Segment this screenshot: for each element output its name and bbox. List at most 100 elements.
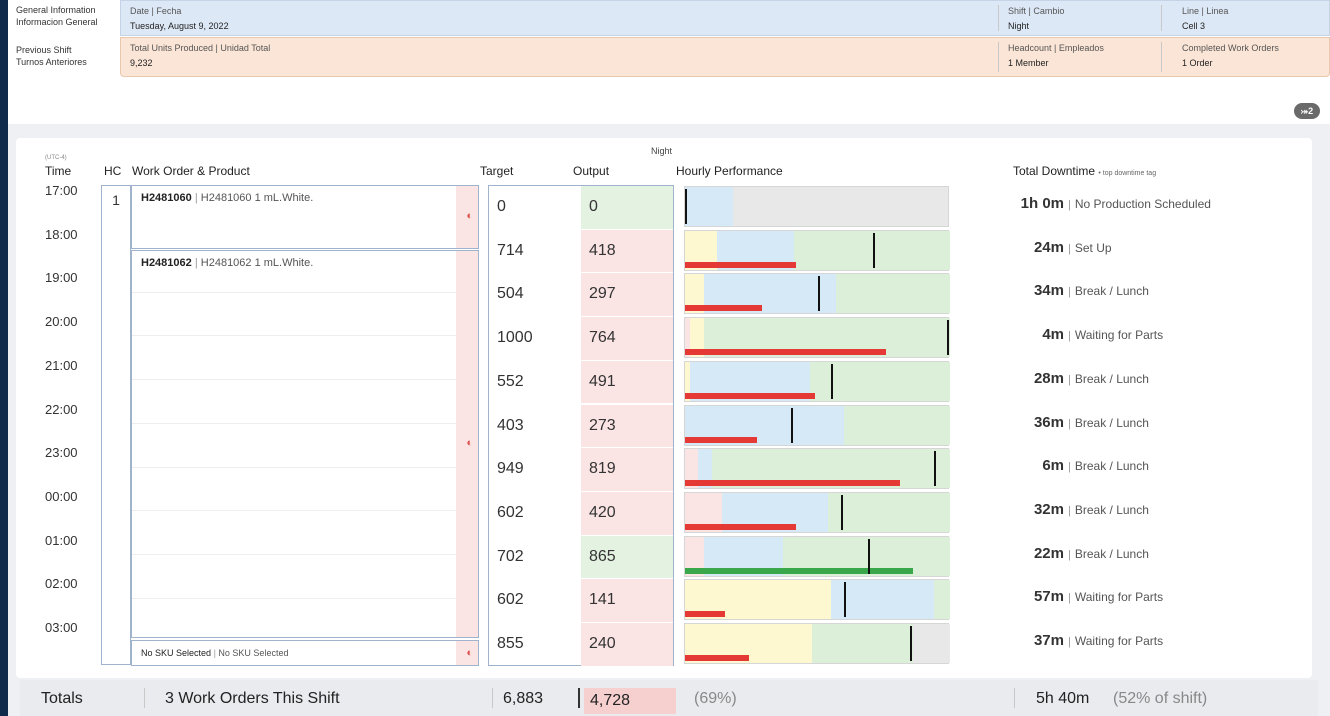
output-value: 418 [589, 241, 616, 259]
product-description: H2481060 1 mL.White. [200, 192, 314, 204]
target-marker [791, 407, 793, 443]
downtime-entry[interactable]: 57m | Waiting for Parts [1016, 588, 1286, 606]
work-orders-cell: Completed Work Orders 1 Order [1182, 43, 1279, 68]
downtime-tag: Break / Lunch [1074, 415, 1149, 430]
target-marker [830, 363, 833, 399]
output-header: Output [573, 164, 610, 178]
output-progress-bar [685, 611, 725, 618]
downtime-entry[interactable]: 36m | Break / Lunch [1016, 414, 1286, 432]
performance-segment-good [836, 274, 950, 314]
downtime-entry[interactable]: 28m | Break / Lunch [1016, 370, 1286, 388]
target-marker [934, 451, 937, 487]
performance-segment-idle [685, 187, 733, 226]
totals-target: 6,883 [503, 690, 544, 707]
app-frame: General Information Informacion General … [8, 0, 1330, 716]
downtime-entry[interactable]: 1h 0m | No Production Scheduled [1016, 195, 1286, 213]
row-gridline [132, 291, 456, 293]
target-value: 552 [497, 372, 524, 390]
work-order-row[interactable]: H2481060 | H2481060 1 mL.White. ◐ [131, 185, 479, 249]
downtime-duration: 28m [1033, 369, 1064, 387]
time-header: Time [45, 164, 72, 178]
work-order-row[interactable]: No SKU Selected | No SKU Selected ◐ [131, 640, 479, 666]
downtime-entry[interactable]: 4m | Waiting for Parts [1016, 326, 1286, 344]
downtime-duration: 57m [1033, 588, 1064, 606]
divider: | [1068, 242, 1071, 255]
divider [578, 688, 580, 708]
target-marker [817, 276, 820, 312]
totals-label: Totals [41, 690, 83, 707]
shift-cell: Shift | Cambio Night [1008, 6, 1065, 31]
hourly-performance-bar[interactable] [684, 360, 950, 402]
row-gridlines [132, 251, 456, 637]
timezone-label: (UTC-4) [45, 155, 67, 161]
divider: | [1068, 199, 1071, 211]
timer-icon[interactable]: ◐ [466, 647, 473, 659]
target-value: 855 [497, 635, 524, 652]
row-gridline [132, 553, 456, 555]
target-marker [910, 626, 913, 661]
downtime-tag: No Production Scheduled [1074, 197, 1211, 211]
downtime-entry[interactable]: 6m | Break / Lunch [1016, 457, 1286, 475]
product-description: H2481062 1 mL.White. [200, 257, 314, 269]
output-progress-bar [685, 480, 900, 487]
work-order-header: Work Order & Product [132, 164, 250, 178]
time-label: 21:00 [45, 357, 78, 373]
downtime-entry[interactable]: 37m | Waiting for Parts [1016, 632, 1286, 650]
time-label: 18:00 [45, 226, 78, 242]
downtime-duration: 22m [1033, 544, 1064, 562]
shift-name: Night [651, 146, 673, 156]
divider: | [1068, 461, 1071, 474]
hourly-performance-bar[interactable] [684, 623, 950, 664]
downtime-tag: Waiting for Parts [1074, 328, 1164, 343]
target-marker [867, 538, 870, 574]
target-value: 602 [497, 503, 524, 521]
previous-shift-label: Previous Shift Turnos Anteriores [16, 45, 87, 67]
output-progress-bar [685, 567, 913, 574]
hourly-performance-bar[interactable] [684, 448, 950, 490]
timer-icon[interactable]: ◐ [466, 437, 473, 449]
output-progress-bar [685, 655, 749, 661]
hourly-performance-bar[interactable] [684, 229, 950, 271]
downtime-entry[interactable]: 32m | Break / Lunch [1016, 501, 1286, 519]
timer-icon[interactable]: ◐ [466, 210, 473, 222]
general-info-label: General Information Informacion General [16, 5, 98, 27]
downtime-tag: Break / Lunch [1074, 546, 1149, 561]
headcount-value: 1 [112, 192, 120, 208]
hourly-performance-bar[interactable] [684, 404, 950, 446]
time-label: 03:00 [45, 620, 78, 635]
target-value: 702 [497, 547, 524, 565]
time-label: 19:00 [45, 270, 78, 286]
hourly-performance-bar[interactable] [684, 579, 950, 621]
downtime-entry[interactable]: 34m | Break / Lunch [1016, 282, 1286, 300]
time-label: 22:00 [45, 401, 78, 417]
target-header: Target [480, 164, 514, 178]
row-gridline [132, 335, 456, 337]
target-value: 602 [497, 591, 524, 609]
hourly-performance-bar[interactable] [684, 535, 950, 577]
downtime-tag: Break / Lunch [1074, 459, 1149, 474]
filter-count-badge[interactable]: ⤖2 [1294, 103, 1320, 119]
units-cell: Total Units Produced | Unidad Total 9,23… [130, 43, 271, 68]
row-gridline [132, 466, 456, 468]
hourly-performance-bar[interactable] [684, 317, 950, 359]
previous-shift-band: Total Units Produced | Unidad Total 9,23… [120, 37, 1330, 77]
downtime-header: Total Downtime • top downtime tag [1013, 164, 1157, 178]
row-gridline [132, 422, 456, 424]
output-value: 420 [589, 503, 616, 521]
output-value: 297 [589, 285, 616, 303]
downtime-entry[interactable]: 24m | Set Up [1016, 239, 1286, 257]
headcount-cell: Headcount | Empleados 1 Member [1008, 43, 1104, 68]
divider [1014, 688, 1015, 708]
hourly-performance-bar[interactable] [684, 273, 950, 315]
divider [1161, 42, 1162, 72]
hourly-performance-bar[interactable] [684, 491, 950, 533]
downtime-entry[interactable]: 22m | Break / Lunch [1016, 545, 1286, 563]
work-order-row[interactable]: H2481062 | H2481062 1 mL.White. ◐ [131, 250, 479, 638]
target-marker [873, 232, 876, 268]
target-value: 714 [497, 241, 524, 259]
output-progress-bar [685, 349, 887, 356]
hourly-performance-bar[interactable] [684, 186, 949, 227]
divider: | [1068, 504, 1071, 517]
work-order-code: H2481062 [141, 257, 192, 269]
downtime-tag: Break / Lunch [1074, 284, 1149, 299]
